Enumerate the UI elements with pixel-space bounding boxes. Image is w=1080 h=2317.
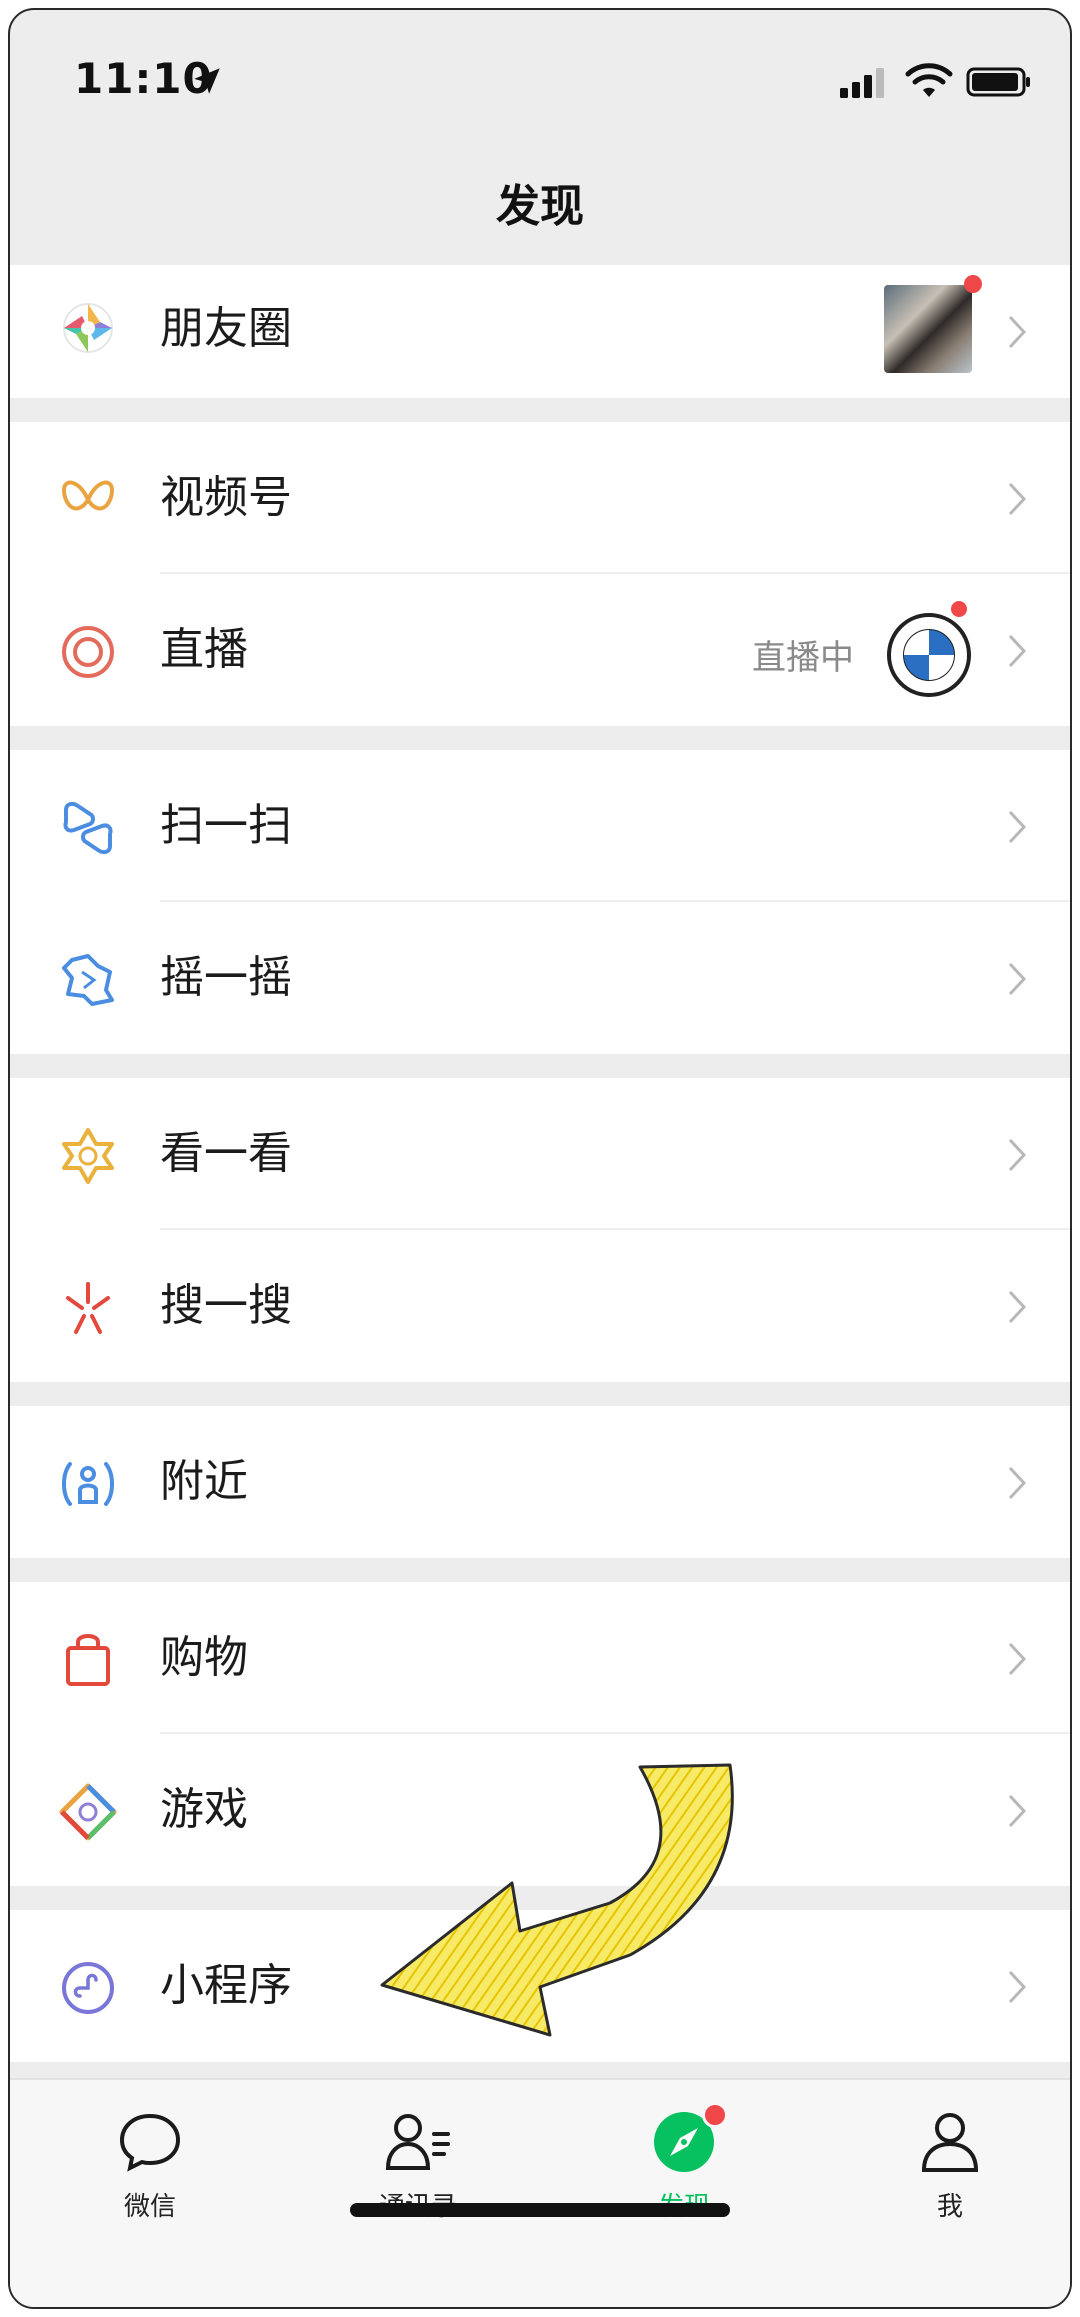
group-channels: 视频号 直播 直播中: [10, 422, 1070, 726]
chevron-right-icon: [1008, 810, 1027, 844]
channels-butterfly-icon: [61, 480, 115, 511]
scan-icon: [63, 801, 113, 855]
chat-bubble-icon: [119, 2113, 181, 2172]
status-bar: 11:10: [10, 10, 1070, 160]
tab-label: 我: [936, 2192, 963, 2222]
menu-item-label: 游戏: [160, 1784, 248, 1835]
menu-item-scan[interactable]: 扫一扫: [10, 750, 1070, 902]
page-title: 发现: [496, 181, 584, 232]
menu-item-label: 直播: [160, 624, 248, 675]
shopping-bag-icon: [66, 1634, 110, 1686]
contacts-icon: [385, 2114, 450, 2170]
group-moments: 朋友圈: [10, 265, 1070, 398]
annotation-arrow-icon: [380, 1763, 734, 2037]
menu-item-shopping[interactable]: 购物: [10, 1582, 1070, 1734]
menu-item-label: 购物: [160, 1632, 248, 1683]
moments-badge-dot: [964, 275, 982, 293]
tab-bar: 微信 通讯录 发现 我: [10, 2078, 1070, 2307]
top-stories-star-icon: [62, 1128, 114, 1184]
menu-item-label: 摇一摇: [160, 952, 292, 1003]
tab-chats[interactable]: 微信: [80, 2106, 220, 2223]
menu-item-label: 看一看: [160, 1128, 292, 1179]
nearby-person-icon: [62, 1462, 114, 1506]
live-host-avatar-logo: [887, 613, 971, 697]
phone-frame: 11:10 发现 朋友圈 视频号 直播 直播中 扫一扫 摇一摇 看一看 搜一搜 …: [8, 8, 1072, 2309]
menu-item-live[interactable]: 直播 直播中: [10, 574, 1070, 726]
chevron-right-icon: [1008, 315, 1027, 349]
search-sparkle-icon: [66, 1282, 110, 1334]
chevron-right-icon: [1008, 962, 1027, 996]
shake-icon: [62, 954, 114, 1006]
menu-item-search[interactable]: 搜一搜: [10, 1230, 1070, 1382]
tab-label: 微信: [123, 2192, 176, 2222]
menu-item-label: 搜一搜: [160, 1280, 292, 1331]
live-target-icon: [62, 626, 114, 678]
games-diamond-icon: [59, 1783, 117, 1841]
menu-item-label: 附近: [160, 1456, 248, 1507]
tab-me[interactable]: 我: [880, 2106, 1020, 2223]
location-arrow-icon: [194, 68, 220, 94]
chevron-right-icon: [1008, 1642, 1027, 1676]
group-top-search: 看一看 搜一搜: [10, 1078, 1070, 1382]
menu-item-label: 视频号: [160, 472, 292, 523]
mini-programs-icon: [62, 1962, 114, 2014]
menu-item-label: 小程序: [160, 1960, 292, 2011]
wifi-icon: [905, 63, 953, 97]
live-badge-dot: [948, 598, 970, 620]
chevron-right-icon: [1008, 1290, 1027, 1324]
live-status-text: 直播中: [752, 638, 854, 678]
home-indicator[interactable]: [350, 2203, 730, 2217]
menu-item-label: 朋友圈: [160, 303, 292, 354]
chevron-right-icon: [1008, 634, 1027, 668]
moments-thumbnail: [884, 285, 972, 373]
chevron-right-icon: [1008, 1466, 1027, 1500]
battery-icon: [966, 67, 1030, 97]
chevron-right-icon: [1008, 482, 1027, 516]
cellular-signal-icon: [840, 68, 884, 98]
moments-aperture-icon: [63, 303, 113, 353]
menu-item-top-stories[interactable]: 看一看: [10, 1078, 1070, 1230]
menu-item-moments[interactable]: 朋友圈: [10, 265, 1070, 398]
profile-icon: [921, 2113, 979, 2172]
menu-item-channels[interactable]: 视频号: [10, 422, 1070, 574]
discover-badge-dot: [702, 2102, 728, 2128]
menu-item-nearby[interactable]: 附近: [10, 1406, 1070, 1558]
group-nearby: 附近: [10, 1406, 1070, 1558]
chevron-right-icon: [1008, 1794, 1027, 1828]
chevron-right-icon: [1008, 1970, 1027, 2004]
menu-item-shake[interactable]: 摇一摇: [10, 902, 1070, 1054]
group-scan-shake: 扫一扫 摇一摇: [10, 750, 1070, 1054]
menu-item-label: 扫一扫: [160, 800, 292, 851]
chevron-right-icon: [1008, 1138, 1027, 1172]
